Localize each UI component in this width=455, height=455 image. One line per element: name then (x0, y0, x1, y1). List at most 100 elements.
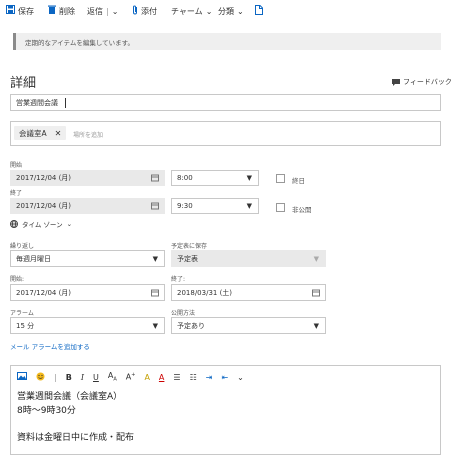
popout-button[interactable] (255, 4, 263, 18)
highlight-icon[interactable]: A (144, 373, 149, 382)
feedback-icon (392, 78, 400, 86)
emoji-icon[interactable] (36, 372, 45, 383)
delete-button[interactable]: 削除 (48, 4, 75, 18)
charm-label: チャーム (171, 6, 203, 16)
calendar-icon[interactable] (312, 289, 320, 296)
trash-icon (48, 5, 56, 17)
body-line-1: 営業週間会議（会議室A） (17, 392, 123, 402)
dropdown-arrow-icon: ▼ (152, 254, 158, 263)
text-cursor (65, 98, 66, 108)
repeat-label: 繰り返し (10, 243, 35, 250)
location-chip[interactable]: 会議室A ✕ (14, 126, 67, 140)
save-icon (6, 5, 15, 17)
attach-label: 添付 (141, 6, 157, 16)
publish-value: 予定あり (177, 321, 205, 330)
paperclip-icon (132, 5, 138, 18)
grow-font-icon[interactable]: A+ (126, 372, 136, 382)
range-end-value: 2018/03/31 (土) (177, 288, 233, 297)
page-title: 詳細 (10, 76, 37, 91)
body-editor[interactable]: | B I U AA A+ A A ☰ ☷ ⇥ ⇤ ⌄ 営業週間会議（会議室A）… (10, 365, 441, 455)
save-to-label: 予定表に保存 (171, 243, 208, 250)
start-date-field[interactable]: 2017/12/04 (月) (10, 170, 165, 186)
start-date-value: 2017/12/04 (月) (16, 174, 72, 182)
alarm-label: アラーム (10, 310, 34, 317)
separator: | (54, 372, 57, 382)
calendar-icon (151, 202, 159, 210)
private-checkbox[interactable] (276, 203, 285, 212)
feedback-label: フィードバック (403, 78, 452, 86)
timezone-toggle[interactable]: タイム ゾーン ⌄ (10, 219, 72, 229)
start-time-value: 8:00 (177, 174, 193, 182)
event-title-input[interactable]: 営業週間会議 (10, 94, 441, 111)
category-dropdown[interactable]: 分類 ⌄ (218, 4, 244, 18)
start-label: 開始 (10, 162, 23, 169)
save-label: 保存 (18, 6, 34, 16)
private-label: 非公開 (292, 206, 312, 214)
category-label: 分類 (218, 6, 234, 16)
chevron-down-icon[interactable]: ⌄ (237, 373, 244, 382)
popout-icon (255, 4, 263, 18)
attach-button[interactable]: 添付 (132, 4, 157, 18)
dropdown-arrow-icon: ▼ (152, 321, 158, 330)
indent-icon[interactable]: ⇥ (206, 373, 213, 382)
chevron-down-icon: ⌄ (66, 220, 73, 228)
location-chip-label: 会議室A (19, 128, 47, 138)
recurring-edit-notice: 定期的なアイテムを編集しています。 (13, 33, 441, 50)
chevron-down-icon: ⌄ (205, 6, 213, 16)
chevron-down-icon: ⌄ (237, 6, 244, 16)
range-end-field[interactable]: 2018/03/31 (土) (171, 284, 326, 301)
alarm-select[interactable]: 15 分 ▼ (10, 317, 165, 334)
chevron-down-icon[interactable]: ⌄ (112, 7, 119, 16)
notice-text: 定期的なアイテムを編集しています。 (25, 39, 135, 47)
publish-select[interactable]: 予定あり ▼ (171, 317, 326, 334)
end-date-field[interactable]: 2017/12/04 (月) (10, 198, 165, 214)
bold-icon[interactable]: B (66, 373, 72, 382)
body-line-3: 資料は金曜日中に作成・配布 (17, 433, 135, 443)
repeat-value: 毎週月曜日 (16, 254, 51, 263)
dropdown-arrow-icon: ▼ (313, 254, 319, 263)
dropdown-arrow-icon: ▼ (313, 321, 319, 330)
reply-button[interactable]: 返信 | ⌄ (87, 4, 118, 18)
dropdown-arrow-icon: ▼ (246, 174, 252, 182)
end-time-value: 9:30 (177, 202, 193, 210)
image-icon[interactable] (17, 372, 27, 382)
repeat-select[interactable]: 毎週月曜日 ▼ (10, 250, 165, 267)
start-time-select[interactable]: 8:00 ▼ (171, 170, 259, 186)
end-time-select[interactable]: 9:30 ▼ (171, 198, 259, 214)
bullet-list-icon[interactable]: ☰ (173, 373, 180, 382)
font-color-icon[interactable]: A (159, 373, 164, 382)
alarm-value: 15 分 (16, 321, 35, 330)
range-end-label: 終了: (171, 276, 186, 283)
save-to-value: 予定表 (177, 254, 198, 263)
numbered-list-icon[interactable]: ☷ (190, 373, 197, 382)
font-size-icon[interactable]: AA (108, 371, 117, 383)
allday-checkbox[interactable] (276, 174, 285, 183)
delete-label: 削除 (59, 6, 75, 16)
body-line-2: 8時～9時30分 (17, 406, 76, 416)
charm-dropdown[interactable]: チャーム ⌄ (171, 4, 212, 18)
reply-label: 返信 (87, 6, 103, 16)
range-start-field[interactable]: 2017/12/04 (月) (10, 284, 165, 301)
range-start-value: 2017/12/04 (月) (16, 288, 72, 297)
save-button[interactable]: 保存 (6, 4, 34, 18)
end-date-value: 2017/12/04 (月) (16, 202, 72, 210)
feedback-link[interactable]: フィードバック (392, 77, 452, 87)
calendar-icon[interactable] (151, 289, 159, 296)
dropdown-arrow-icon: ▼ (246, 202, 252, 210)
close-icon[interactable]: ✕ (55, 129, 62, 138)
globe-icon (10, 220, 18, 228)
range-start-label: 開始: (10, 276, 25, 283)
italic-icon[interactable]: I (81, 373, 84, 382)
end-label: 終了 (10, 190, 23, 197)
add-email-alarm-link[interactable]: メール アラームを追加する (10, 341, 90, 351)
underline-icon[interactable]: U (93, 373, 99, 382)
timezone-label: タイム ゾーン (22, 221, 63, 229)
outdent-icon[interactable]: ⇤ (221, 373, 228, 382)
location-placeholder: 場所を追加 (73, 132, 104, 139)
publish-label: 公開方法 (171, 310, 196, 317)
format-toolbar: | B I U AA A+ A A ☰ ☷ ⇥ ⇤ ⌄ (17, 370, 244, 384)
event-title-value: 営業週間会議 (16, 98, 58, 107)
calendar-icon (151, 174, 159, 182)
save-to-select: 予定表 ▼ (171, 250, 326, 267)
separator: | (106, 6, 109, 16)
